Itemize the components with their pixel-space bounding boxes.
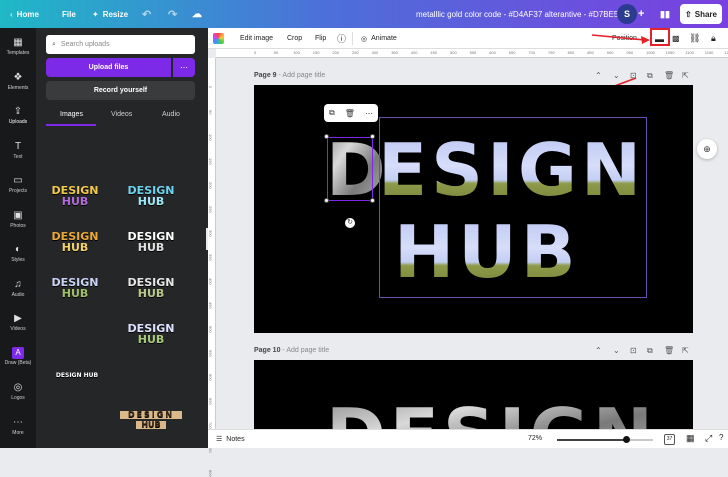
ruler-tick: 150 [208, 158, 213, 165]
ruler-tick: 200 [208, 182, 213, 189]
resize-handle[interactable] [370, 134, 375, 139]
ruler-tick: 200 [332, 50, 340, 55]
resize-handle[interactable] [324, 134, 329, 139]
ruler-tick: 250 [352, 50, 359, 55]
page-down-icon[interactable]: ⌄ [613, 71, 620, 80]
selected-image-box[interactable] [327, 137, 373, 201]
add-page-icon[interactable]: ⇱ [682, 71, 689, 80]
ruler-tick: 150 [312, 50, 320, 55]
ruler-tick: 1100 [685, 50, 694, 55]
zoom-slider-fill [557, 439, 627, 441]
more-options-icon[interactable]: ⋯ [365, 109, 373, 118]
ruler-tick: 650 [508, 50, 516, 55]
copy-icon[interactable]: ⧉ [329, 108, 335, 118]
ruler-tick: 400 [208, 278, 213, 285]
trash-icon[interactable]: 🗑︎ [345, 109, 355, 118]
ruler-tick: 450 [208, 302, 213, 309]
ruler-tick: 800 [567, 50, 575, 55]
notes-button[interactable]: ☰ Notes [216, 435, 245, 443]
delete-page-icon[interactable]: 🗑︎ [664, 346, 674, 355]
page-count-badge[interactable]: 37 [664, 434, 675, 445]
zoom-slider-knob[interactable] [623, 436, 631, 443]
page-lock-icon[interactable]: ⊡ [630, 346, 637, 355]
add-page-title[interactable]: Add page title [286, 347, 329, 354]
ruler-tick: 350 [208, 254, 213, 261]
ruler-tick: 100 [208, 134, 213, 141]
add-page-title[interactable]: Add page title [282, 72, 325, 79]
ruler-tick: 50 [273, 50, 279, 55]
help-icon[interactable]: ? [719, 433, 723, 442]
ruler-tick: 300 [371, 50, 379, 55]
ruler-tick: 0 [208, 86, 213, 89]
rotate-icon[interactable]: ↻ [345, 218, 355, 228]
ruler-tick: 100 [293, 50, 300, 55]
ruler-tick: 750 [548, 50, 555, 55]
page-up-icon[interactable]: ⌃ [595, 346, 602, 355]
ruler-tick: 500 [208, 326, 213, 333]
ruler-tick: 1000 [646, 50, 655, 55]
ruler-tick: 350 [391, 50, 398, 55]
ruler-tick: 500 [450, 50, 457, 55]
page-10-header: Page 10 - Add page title [254, 347, 330, 354]
ruler-tick: 250 [208, 206, 213, 213]
ruler-tick: 1050 [665, 50, 675, 55]
horizontal-ruler: 0 50 100 150 200 250 300 350 400 450 500 550 600 650 7… [216, 49, 728, 58]
page-10-canvas[interactable]: DESIGN [254, 360, 693, 429]
ruler-tick: 550 [208, 350, 213, 357]
ruler-tick: 300 [208, 230, 213, 237]
duplicate-page-icon[interactable]: ⧉ [647, 71, 653, 81]
ruler-tick: 700 [528, 50, 536, 55]
text-element-box[interactable] [379, 117, 647, 298]
ruler-tick: 700 [208, 422, 213, 429]
ruler-tick: 600 [489, 50, 496, 55]
delete-page-icon[interactable]: 🗑︎ [664, 71, 674, 80]
ruler-tick: 1200 [724, 50, 728, 55]
page-9-canvas[interactable]: D ESIGN HUB ↻ [254, 85, 693, 333]
fullscreen-icon[interactable]: ⤢ [705, 433, 712, 444]
ruler-tick: 850 [587, 50, 594, 55]
vertical-ruler: 0 50 100 150 200 250 300 350 400 450 500 550 600 650 7… [208, 58, 216, 477]
ruler-tick: 550 [469, 50, 477, 55]
ruler-tick: 400 [410, 50, 418, 55]
ruler-tick: 950 [626, 50, 634, 55]
comment-icon[interactable]: ⊕ [697, 139, 717, 159]
page-10-design-text: DESIGN [326, 393, 657, 429]
resize-handle[interactable] [324, 198, 329, 203]
ruler-tick: 450 [430, 50, 438, 55]
ruler-tick: 50 [208, 110, 213, 115]
zoom-percent[interactable]: 72% [528, 435, 542, 442]
element-quick-actions: ⧉ 🗑︎ ⋯ [324, 104, 378, 122]
duplicate-page-icon[interactable]: ⧉ [647, 346, 653, 356]
grid-view-icon[interactable]: ▦ [686, 433, 695, 444]
page-down-icon[interactable]: ⌄ [613, 346, 620, 355]
ruler-tick: 800 [208, 470, 213, 477]
ruler-tick: 900 [606, 50, 614, 55]
ruler-tick: 650 [208, 398, 213, 405]
page-up-icon[interactable]: ⌃ [595, 71, 602, 80]
ruler-tick: 600 [208, 374, 213, 381]
page-9-header: Page 9 - Add page title [254, 72, 326, 79]
resize-handle[interactable] [370, 198, 375, 203]
ruler-tick: 1150 [704, 50, 714, 55]
ruler-tick: 0 [254, 50, 257, 55]
page-lock-icon[interactable]: ⊡ [630, 71, 637, 80]
bottom-bar: ☰ Notes 72% 37 ▦ ⤢ ? [208, 429, 728, 448]
add-page-icon[interactable]: ⇱ [682, 346, 689, 355]
notes-icon: ☰ [216, 436, 223, 443]
